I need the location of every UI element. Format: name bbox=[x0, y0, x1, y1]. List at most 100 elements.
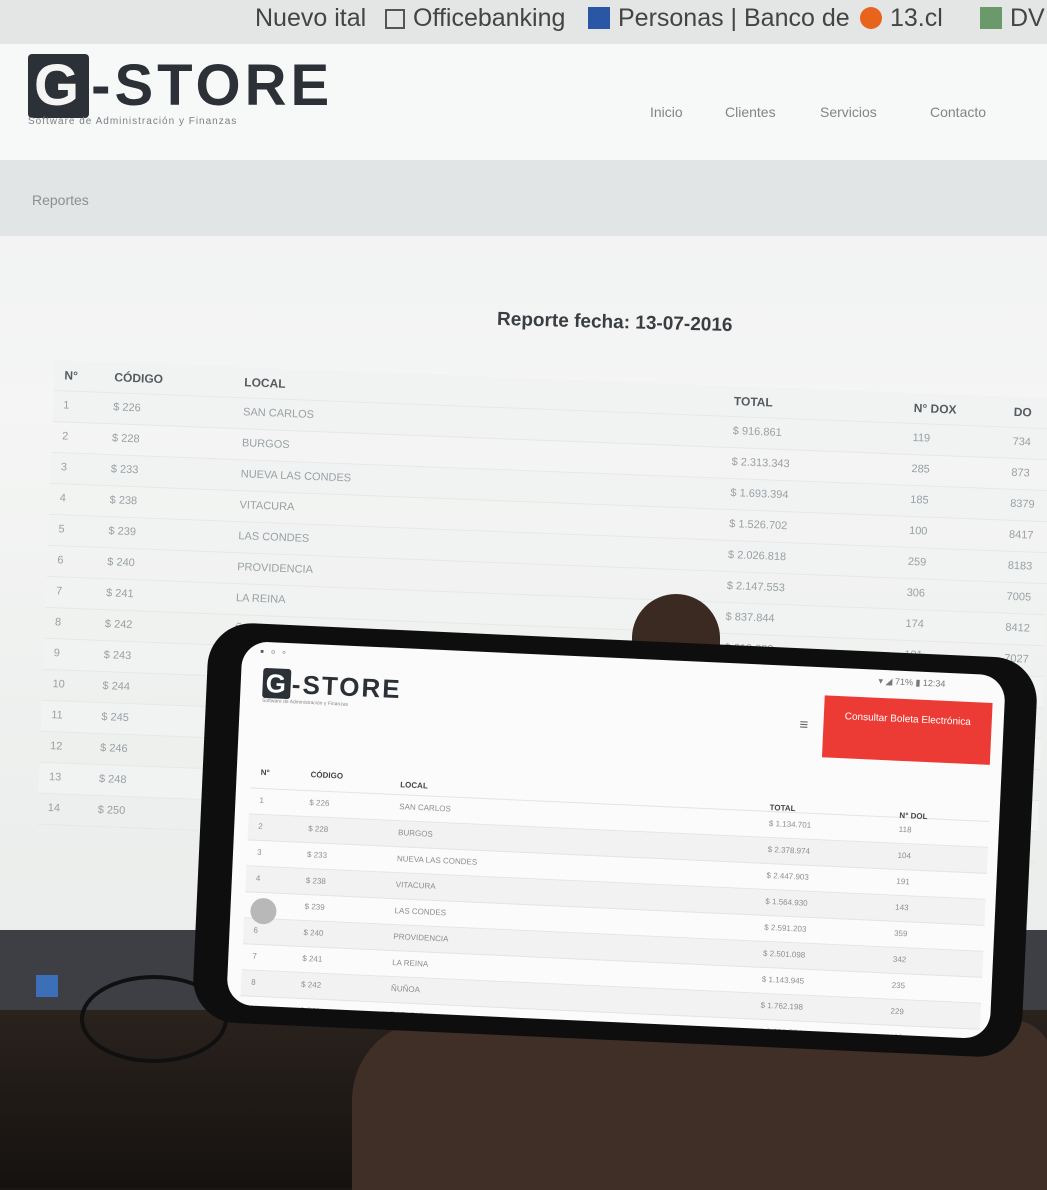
col-n: N° bbox=[64, 368, 79, 383]
page-icon bbox=[385, 9, 405, 29]
nav-inicio[interactable]: Inicio bbox=[650, 104, 683, 120]
cell-doc: 873 bbox=[1011, 466, 1030, 480]
consultar-boleta-button[interactable]: Consultar Boleta Electrónica bbox=[821, 695, 993, 765]
cell-total: $ 1.526.702 bbox=[728, 518, 788, 533]
bookmark-nuevo[interactable]: Nuevo ital bbox=[255, 4, 366, 33]
cell-total: $ 1.564.930 bbox=[765, 896, 808, 908]
cell-n: 11 bbox=[51, 709, 64, 722]
cell-local: SAN CARLOS bbox=[399, 802, 452, 814]
cell-n-doc: 143 bbox=[895, 902, 909, 913]
cell-codigo: $ 243 bbox=[299, 1005, 321, 1016]
cell-n-doc: 185 bbox=[910, 493, 929, 507]
cell-local: PROVIDENCIA bbox=[236, 561, 314, 577]
smartphone: ▪ ▫ ◦ ▾ ◢ 71% ▮ 12:34 G -STORE Software d… bbox=[191, 621, 1039, 1059]
nav-servicios[interactable]: Servicios bbox=[820, 104, 877, 120]
cell-codigo: $ 226 bbox=[309, 798, 330, 809]
col-codigo: CÓDIGO bbox=[114, 370, 164, 387]
bookmark-officebanking[interactable]: Officebanking bbox=[385, 4, 565, 33]
cell-n-doc: 359 bbox=[893, 928, 908, 939]
bookmark-label: Nuevo ital bbox=[255, 4, 367, 32]
hamburger-menu-icon[interactable]: ≡ bbox=[799, 716, 809, 733]
bookmark-13cl[interactable]: 13.cl bbox=[860, 4, 943, 33]
cell-codigo: $ 241 bbox=[105, 587, 134, 601]
cell-n-doc: 259 bbox=[907, 555, 927, 569]
cell-n: 6 bbox=[57, 554, 64, 567]
logo-g-icon: G bbox=[28, 54, 90, 118]
cell-total: $ 837.844 bbox=[725, 610, 775, 625]
cell-local: VITACURA bbox=[395, 880, 436, 891]
cell-total: $ 1.693.394 bbox=[730, 487, 789, 502]
cell-doc: 8417 bbox=[1008, 528, 1034, 542]
col-n: N° bbox=[260, 767, 270, 778]
cell-n: 3 bbox=[256, 847, 262, 857]
breadcrumb: Reportes bbox=[0, 160, 1047, 236]
cell-doc: 7005 bbox=[1006, 590, 1032, 604]
cell-codigo: $ 233 bbox=[110, 463, 139, 477]
cell-total: $ 916.861 bbox=[732, 425, 782, 439]
cell-n-doc: 285 bbox=[911, 462, 931, 476]
windows-icon[interactable] bbox=[36, 975, 58, 997]
cell-total: $ 1.762.198 bbox=[760, 1000, 804, 1012]
cell-local: ESTADIO bbox=[389, 1009, 425, 1021]
cell-local: NUEVA LAS CONDES bbox=[396, 854, 478, 867]
cell-total: $ 2.591.203 bbox=[763, 922, 807, 934]
cell-codigo: $ 239 bbox=[304, 901, 325, 912]
cell-codigo: $ 246 bbox=[99, 742, 128, 756]
cell-n: 10 bbox=[52, 678, 66, 691]
cell-local: SAN CARLOS bbox=[242, 406, 315, 421]
cell-codigo: $ 248 bbox=[98, 773, 127, 787]
cell-n: 4 bbox=[59, 492, 67, 505]
cell-n-doc: 306 bbox=[906, 586, 926, 600]
cell-codigo: $ 228 bbox=[111, 432, 140, 446]
cell-total: $ 2.026.818 bbox=[727, 548, 787, 564]
cell-doc: 8183 bbox=[1007, 559, 1033, 573]
cell-codigo: $ 245 bbox=[101, 711, 130, 725]
cell-n: 1 bbox=[63, 399, 70, 412]
cell-n: 8 bbox=[250, 977, 256, 987]
cell-n: 4 bbox=[255, 873, 261, 883]
col-local: LOCAL bbox=[244, 375, 286, 391]
cell-codigo: $ 242 bbox=[104, 618, 133, 632]
cell-n-doc: 104 bbox=[897, 850, 912, 861]
cell-n: 9 bbox=[53, 647, 61, 660]
bank-icon bbox=[588, 7, 610, 29]
cell-total: $ 2.501.098 bbox=[762, 948, 806, 960]
nav-contacto[interactable]: Contacto bbox=[930, 104, 986, 120]
site-logo[interactable]: G -STORE Software de Administración y Fin… bbox=[28, 54, 333, 127]
bookmark-banco[interactable]: Personas | Banco de bbox=[588, 4, 850, 33]
bookmark-label: Officebanking bbox=[413, 4, 566, 32]
nav-clientes[interactable]: Clientes bbox=[725, 104, 776, 120]
status-icons-left: ▪ ▫ ◦ bbox=[259, 645, 289, 659]
cell-local: VITACURA bbox=[239, 499, 295, 514]
logo-text: -STORE bbox=[91, 53, 334, 118]
breadcrumb-reportes[interactable]: Reportes bbox=[32, 192, 89, 208]
site-header: G -STORE Software de Administración y Fin… bbox=[0, 44, 1047, 160]
cell-local: LAS CONDES bbox=[394, 906, 447, 918]
cell-n: 5 bbox=[58, 523, 65, 536]
mobile-logo[interactable]: G -STORE Software de Administración y Fin… bbox=[262, 667, 402, 710]
bookmark-label: Personas | Banco de bbox=[618, 4, 850, 32]
cell-n-doc: 235 bbox=[891, 980, 906, 991]
status-icons-right: ▾ ◢ 71% ▮ 12:34 bbox=[878, 675, 946, 689]
cell-n-doc: 119 bbox=[912, 431, 931, 445]
col-codigo: CÓDIGO bbox=[310, 770, 344, 781]
cell-codigo: $ 226 bbox=[112, 401, 141, 415]
bookmark-label: DV bbox=[1010, 4, 1045, 32]
cell-n: 3 bbox=[60, 461, 68, 474]
cell-doc: 734 bbox=[1012, 435, 1032, 449]
phone-screen: ▪ ▫ ◦ ▾ ◢ 71% ▮ 12:34 G -STORE Software d… bbox=[226, 640, 1006, 1040]
cell-codigo: $ 238 bbox=[109, 494, 138, 508]
cell-codigo: $ 240 bbox=[303, 927, 324, 938]
cell-n-doc: 163 bbox=[889, 1032, 903, 1040]
13cl-icon bbox=[860, 7, 882, 29]
cell-local: NUEVA LAS CONDES bbox=[240, 468, 352, 485]
cell-codigo: $ 243 bbox=[103, 649, 132, 663]
cell-total: $ 2.313.343 bbox=[731, 456, 790, 471]
cell-n-doc: 174 bbox=[905, 617, 925, 631]
cell-codigo: $ 242 bbox=[300, 979, 322, 990]
cell-local: PROVIDENCIA bbox=[393, 932, 449, 944]
bookmark-dv[interactable]: DV bbox=[980, 4, 1045, 33]
logo-g-icon: G bbox=[262, 667, 292, 700]
bookmark-label: 13.cl bbox=[890, 4, 943, 32]
cell-n: 12 bbox=[49, 740, 63, 753]
